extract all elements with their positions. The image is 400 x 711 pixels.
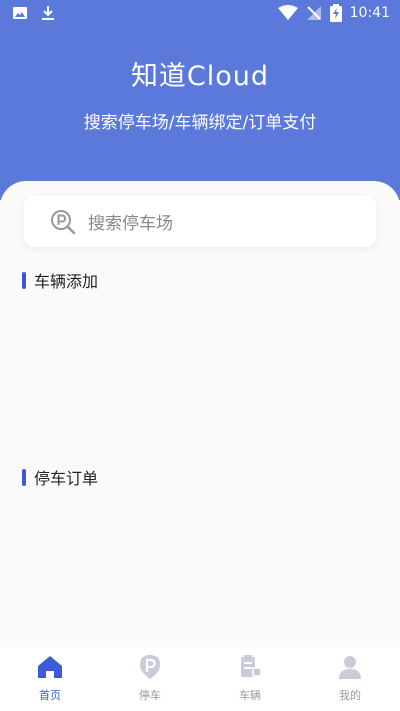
search-placeholder: 搜索停车场 <box>88 214 173 234</box>
section-parking-orders: 停车订单 <box>22 465 98 489</box>
tab-label: 停车 <box>139 689 161 702</box>
battery-charging-icon <box>329 4 342 22</box>
download-notification-icon <box>42 6 54 20</box>
status-bar: 10:41 <box>0 0 400 28</box>
tab-label: 首页 <box>39 689 61 702</box>
gallery-notification-icon <box>13 7 27 19</box>
tab-home[interactable]: 首页 <box>0 647 100 711</box>
bottom-tab-bar: 首页 停车 车辆 我的 <box>0 647 400 711</box>
app-subtitle: 搜索停车场/车辆绑定/订单支付 <box>83 113 317 133</box>
section-marker <box>22 468 26 486</box>
parking-search-icon <box>51 209 76 234</box>
search-bar[interactable]: 搜索停车场 <box>24 196 376 247</box>
tab-label: 我的 <box>339 689 361 702</box>
app-title: 知道Cloud <box>130 61 270 92</box>
status-time: 10:41 <box>349 5 390 21</box>
tab-parking[interactable]: 停车 <box>100 647 200 711</box>
section-vehicle-add: 车辆添加 <box>22 268 98 292</box>
tab-vehicle[interactable]: 车辆 <box>200 647 300 711</box>
home-icon <box>38 656 62 678</box>
tab-label: 车辆 <box>239 689 261 702</box>
section-marker <box>22 271 26 289</box>
wifi-icon <box>277 5 298 20</box>
main-content <box>0 181 400 647</box>
header-banner: 10:41 知道Cloud 搜索停车场/车辆绑定/订单支付 <box>0 0 400 200</box>
vehicle-icon <box>241 655 262 677</box>
no-signal-icon <box>306 6 321 20</box>
section-title: 车辆添加 <box>34 272 99 291</box>
parking-icon <box>140 655 160 679</box>
tab-profile[interactable]: 我的 <box>300 647 400 711</box>
profile-icon <box>339 656 361 679</box>
section-title: 停车订单 <box>34 469 99 488</box>
